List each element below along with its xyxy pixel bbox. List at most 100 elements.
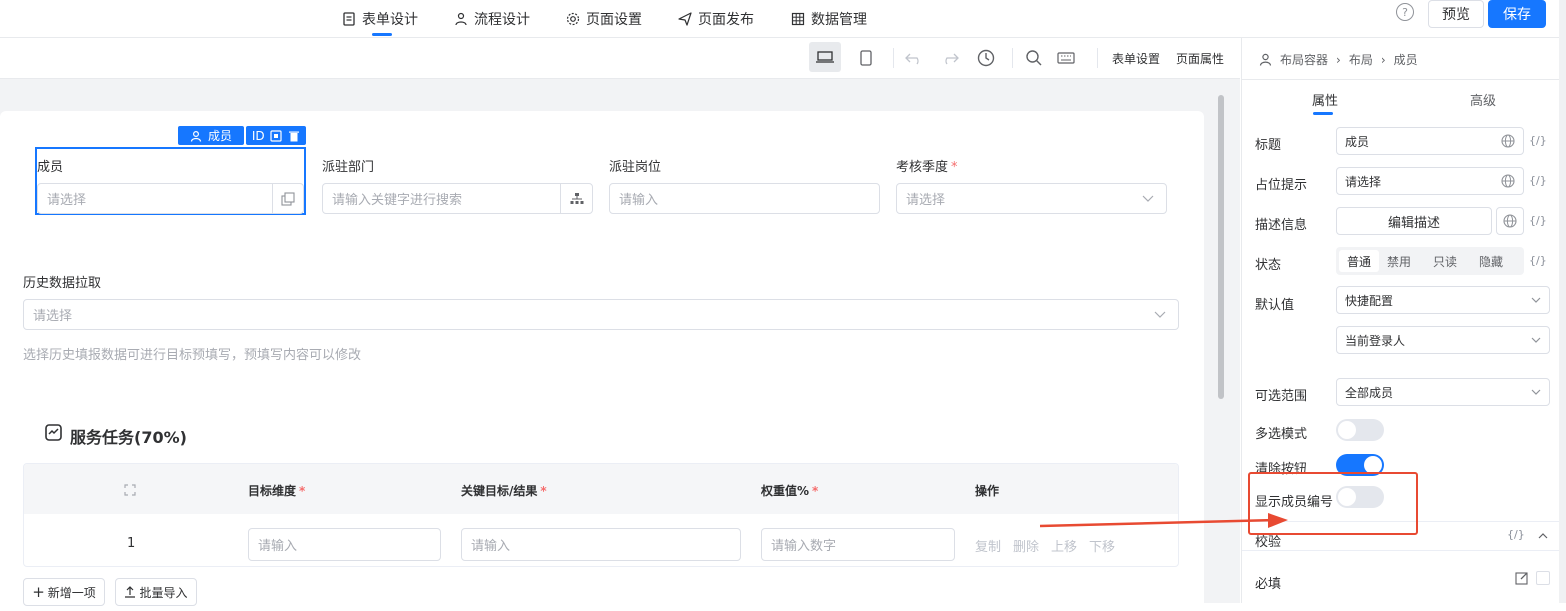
- component-actions-tag: ID: [246, 126, 306, 145]
- status-readonly[interactable]: 只读: [1433, 253, 1457, 270]
- batch-import-label: 批量导入: [139, 585, 188, 600]
- toolbar-divider: [1097, 48, 1098, 68]
- save-button[interactable]: 保存: [1488, 0, 1546, 28]
- code-icon[interactable]: {/}: [1507, 528, 1525, 541]
- chevron-right-icon: ›: [1336, 52, 1341, 67]
- department-input[interactable]: 请输入关键字进行搜索: [322, 183, 593, 214]
- col-header-actions: 操作: [975, 484, 1000, 498]
- chevron-down-icon: [1154, 311, 1166, 318]
- key-result-placeholder: 请输入: [471, 539, 511, 554]
- id-button[interactable]: ID: [252, 129, 265, 143]
- upload-icon: [125, 586, 136, 598]
- panel-scrollbar[interactable]: [1559, 0, 1566, 603]
- tab-page-publish[interactable]: 页面发布: [678, 0, 754, 38]
- globe-icon[interactable]: [1501, 174, 1515, 188]
- tab-properties[interactable]: 属性: [1312, 90, 1338, 109]
- code-icon[interactable]: {/}: [1529, 134, 1547, 147]
- range-select[interactable]: 全部成员: [1336, 378, 1550, 406]
- canvas-scrollbar[interactable]: [1218, 95, 1224, 399]
- quarter-select[interactable]: 请选择: [896, 183, 1167, 214]
- section-icon: [45, 424, 62, 441]
- designer-toolbar: 表单设置 页面属性: [0, 38, 1240, 79]
- table-header: [24, 464, 1178, 514]
- status-disabled[interactable]: 禁用: [1387, 253, 1411, 270]
- code-icon[interactable]: {/}: [1529, 214, 1547, 227]
- preview-button[interactable]: 预览: [1428, 0, 1484, 28]
- department-placeholder: 请输入关键字进行搜索: [332, 193, 463, 208]
- org-tree-icon[interactable]: [560, 184, 592, 213]
- redo-icon[interactable]: [940, 48, 960, 68]
- mobile-view-icon[interactable]: [856, 48, 876, 68]
- member-picker-icon[interactable]: [272, 184, 303, 213]
- prop-label-required: 必填: [1255, 577, 1282, 592]
- placeholder-input[interactable]: 请选择: [1336, 167, 1524, 195]
- status-hidden[interactable]: 隐藏: [1479, 253, 1503, 270]
- status-normal[interactable]: 普通: [1339, 250, 1379, 272]
- key-result-input[interactable]: 请输入: [461, 528, 741, 561]
- history-placeholder: 请选择: [33, 309, 73, 324]
- chevron-up-icon[interactable]: [1538, 532, 1548, 540]
- trash-icon[interactable]: [288, 130, 300, 142]
- default-select[interactable]: 快捷配置: [1336, 286, 1550, 314]
- form-settings-link[interactable]: 表单设置: [1112, 50, 1160, 67]
- undo-icon[interactable]: [904, 48, 924, 68]
- desc-globe-button[interactable]: [1496, 207, 1524, 235]
- code-icon[interactable]: {/}: [1529, 174, 1547, 187]
- flow-icon: [455, 12, 467, 26]
- post-placeholder: 请输入: [619, 193, 659, 208]
- chevron-down-icon: [1531, 389, 1541, 395]
- prop-label-placeholder: 占位提示: [1255, 178, 1308, 193]
- edit-icon[interactable]: [1515, 571, 1529, 585]
- desktop-view-icon[interactable]: [809, 42, 841, 72]
- field-label-history: 历史数据拉取: [23, 276, 102, 291]
- default-user-select[interactable]: 当前登录人: [1336, 326, 1550, 354]
- row-index: 1: [127, 536, 136, 551]
- prop-label-default: 默认值: [1255, 298, 1295, 313]
- plus-icon: +: [32, 583, 45, 601]
- globe-icon: [1503, 214, 1517, 228]
- edit-desc-button[interactable]: 编辑描述: [1336, 207, 1492, 235]
- top-bar: 表单设计 流程设计 页面设置 页面发布 数据管理 ? 预览 保存: [0, 0, 1566, 38]
- default-value: 快捷配置: [1345, 293, 1394, 308]
- chevron-down-icon: [1142, 195, 1154, 202]
- page-props-link[interactable]: 页面属性: [1176, 50, 1224, 67]
- tab-data-management[interactable]: 数据管理: [791, 0, 867, 38]
- search-icon[interactable]: [1024, 48, 1044, 68]
- dimension-input[interactable]: 请输入: [248, 528, 441, 561]
- post-input[interactable]: 请输入: [609, 183, 880, 214]
- globe-icon[interactable]: [1501, 134, 1515, 148]
- tab-form-design[interactable]: 表单设计: [342, 0, 418, 38]
- history-select[interactable]: 请选择: [23, 299, 1179, 330]
- multi-select-toggle[interactable]: [1336, 419, 1384, 441]
- field-label-quarter: 考核季度 *: [896, 156, 958, 175]
- code-icon[interactable]: {/}: [1529, 254, 1547, 267]
- add-item-button[interactable]: + 新增一项: [23, 578, 105, 606]
- send-icon: [678, 12, 692, 26]
- breadcrumb-item[interactable]: 布局: [1349, 51, 1373, 68]
- required-checkbox[interactable]: [1536, 571, 1550, 585]
- selected-component-tag[interactable]: 成员: [178, 126, 244, 145]
- breadcrumb-item[interactable]: 成员: [1394, 51, 1418, 68]
- history-icon[interactable]: [976, 48, 996, 68]
- default-user-value: 当前登录人: [1345, 333, 1406, 348]
- form-card: 成员 ID 成员 请选择 派驻部门 请输入关键字进行搜索 派驻岗位 请输入 考核…: [0, 111, 1204, 611]
- tab-flow-design[interactable]: 流程设计: [454, 0, 530, 38]
- weight-input[interactable]: 请输入数字: [761, 528, 955, 561]
- keyboard-icon[interactable]: [1056, 48, 1076, 68]
- quarter-label-text: 考核季度: [896, 160, 949, 175]
- user-icon: [190, 130, 202, 142]
- breadcrumb-item[interactable]: 布局容器: [1280, 51, 1328, 68]
- title-input[interactable]: 成员: [1336, 127, 1524, 155]
- expand-icon[interactable]: [124, 484, 136, 496]
- subform-table: 目标维度 * 关键目标/结果 * 权重值% * 操作 1 请输入 请输入 请输入数字 …: [23, 463, 1179, 567]
- batch-import-button[interactable]: 批量导入: [115, 578, 197, 606]
- tab-advanced[interactable]: 高级: [1470, 90, 1496, 109]
- chevron-down-icon: [1531, 297, 1541, 303]
- help-icon[interactable]: ?: [1396, 3, 1414, 21]
- row-copy-button[interactable]: 复制: [975, 536, 1001, 555]
- col-header-key-result: 关键目标/结果 *: [461, 482, 547, 499]
- member-input[interactable]: 请选择: [37, 183, 304, 214]
- field-label-member: 成员: [37, 160, 64, 175]
- copy-icon[interactable]: [270, 129, 282, 142]
- tab-page-settings[interactable]: 页面设置: [566, 0, 642, 38]
